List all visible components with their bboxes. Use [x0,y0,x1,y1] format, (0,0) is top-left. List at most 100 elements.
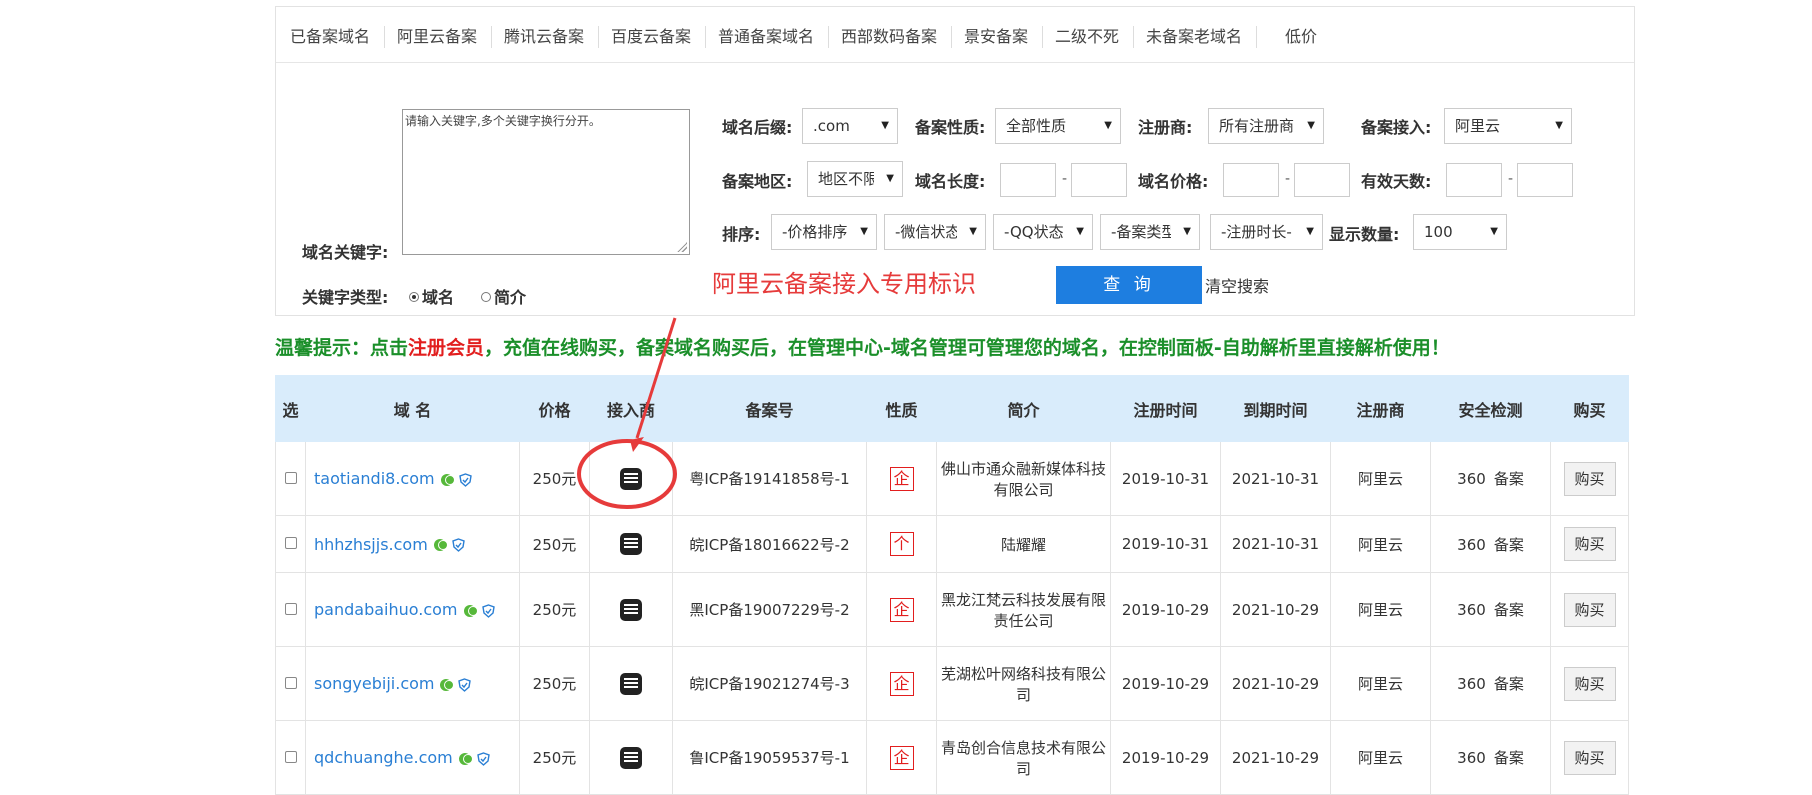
aliyun-logo-icon [620,746,642,769]
tab-jingan-beian[interactable]: 景安备案 [950,26,1044,48]
check-360-link[interactable]: 360 [1457,675,1486,693]
check-360-link[interactable]: 360 [1457,749,1486,767]
clear-search-link[interactable]: 清空搜索 [1205,273,1269,297]
suffix-label: 域名后缀: [722,118,793,137]
registrar-cell: 阿里云 [1330,572,1431,647]
table-row: hhhzhsjjs.com 250元 皖ICP备18016622号-2 个陆耀耀 201… [275,515,1629,573]
type-badge: 个 [889,532,914,556]
radio-intro[interactable]: 简介 [481,284,526,308]
price-min-input[interactable] [1223,163,1279,197]
price-cell: 250元 [519,646,590,721]
buy-button[interactable]: 购买 [1563,461,1616,496]
row-checkbox[interactable] [284,537,297,549]
region-select[interactable]: 地区不限 ▼ [807,161,903,197]
tab-low-price[interactable]: 低价 [1271,26,1331,48]
col-registrar: 注册商 [1330,375,1431,442]
resize-grip-icon[interactable] [677,242,687,252]
row-checkbox-cell [275,646,306,721]
check-beian-link[interactable]: 备案 [1494,675,1524,693]
tab-aliyun-beian[interactable]: 阿里云备案 [383,26,493,48]
keyword-textarea[interactable]: 请输入关键字,多个关键字换行分开。 [402,109,690,255]
query-button[interactable]: 查 询 [1056,266,1202,304]
aliyun-logo-icon [620,467,642,490]
col-type: 性质 [866,375,937,442]
registrar-cell: 阿里云 [1330,441,1431,516]
domain-link[interactable]: qdchuanghe.com [314,748,453,767]
price-dash: - [1285,171,1291,187]
tab-beian-domain[interactable]: 已备案域名 [276,26,386,48]
length-max-input[interactable] [1071,163,1127,197]
days-max-input[interactable] [1517,163,1573,197]
check-beian-link[interactable]: 备案 [1494,536,1524,554]
domain-link[interactable]: pandabaihuo.com [314,600,458,619]
domain-link[interactable]: songyebiji.com [314,674,434,693]
dropdown-arrow-icon: ▼ [881,120,889,131]
type-cell: 企 [866,572,937,647]
domain-link[interactable]: taotiandi8.com [314,469,435,488]
length-min-input[interactable] [1000,163,1056,197]
tab-normal-beian[interactable]: 普通备案域名 [704,26,830,48]
domain-link[interactable]: hhhzhsjjs.com [314,535,428,554]
reg-date-cell: 2019-10-29 [1110,720,1221,795]
price-label: 域名价格: [1138,172,1209,191]
access-select[interactable]: 阿里云 ▼ [1444,108,1572,144]
dropdown-arrow-icon: ▼ [969,226,977,237]
price-max-input[interactable] [1294,163,1350,197]
qq-shield-icon [451,538,465,552]
length-label: 域名长度: [915,172,986,191]
sort-regtime-select[interactable]: -注册时长- ▼ [1210,214,1323,250]
tab-old-domain[interactable]: 未备案老域名 [1132,26,1258,48]
check-beian-link[interactable]: 备案 [1494,749,1524,767]
col-reg-date: 注册时间 [1110,375,1221,442]
table-header-row: 选 域 名 价格 接入商 备案号 性质 简介 注册时间 到期时间 注册商 安全检… [275,375,1629,442]
count-select[interactable]: 100 ▼ [1413,214,1507,250]
qq-shield-icon [458,677,472,692]
qq-shield-icon [476,751,490,766]
row-checkbox[interactable] [284,676,297,689]
type-cell: 企 [866,646,937,721]
buy-button[interactable]: 购买 [1563,666,1616,701]
days-min-input[interactable] [1446,163,1502,197]
nature-select[interactable]: 全部性质 ▼ [995,108,1121,144]
category-tabs: 已备案域名 阿里云备案 腾讯云备案 百度云备案 普通备案域名 西部数码备案 景安… [276,7,1634,63]
suffix-select[interactable]: .com ▼ [802,108,898,144]
buy-button[interactable]: 购买 [1563,740,1616,775]
icp-cell: 粤ICP备19141858号-1 [672,441,867,516]
check-360-link[interactable]: 360 [1457,601,1486,619]
domain-table: 选 域 名 价格 接入商 备案号 性质 简介 注册时间 到期时间 注册商 安全检… [275,375,1629,795]
row-checkbox[interactable] [284,602,297,615]
dropdown-arrow-icon: ▼ [860,226,868,237]
row-checkbox[interactable] [284,471,297,484]
check-360-link[interactable]: 360 [1457,470,1486,488]
domain-cell: songyebiji.com [305,646,520,721]
tab-subdomain[interactable]: 二级不死 [1041,26,1135,48]
safety-cell: 360 备案 [1430,720,1551,795]
exp-date-cell: 2021-10-29 [1220,720,1331,795]
check-beian-link[interactable]: 备案 [1494,601,1524,619]
check-360-link[interactable]: 360 [1457,536,1486,554]
aliyun-logo-icon [620,533,642,555]
price-cell: 250元 [519,441,590,516]
domain-cell: taotiandi8.com [305,441,520,516]
tab-tencent-beian[interactable]: 腾讯云备案 [490,26,600,48]
buy-button[interactable]: 购买 [1563,592,1616,627]
provider-cell [589,720,673,795]
check-beian-link[interactable]: 备案 [1494,470,1524,488]
tab-baidu-beian[interactable]: 百度云备案 [597,26,707,48]
dropdown-arrow-icon: ▼ [1307,120,1315,131]
buy-button[interactable]: 购买 [1563,527,1616,561]
register-link[interactable]: 注册会员 [408,337,484,359]
aliyun-logo-icon [620,672,642,695]
annotation-label: 阿里云备案接入专用标识 [712,270,976,298]
sort-wechat-select[interactable]: -微信状态-▼ [884,214,986,250]
radio-domain[interactable]: 域名 [409,284,454,308]
sort-type-select[interactable]: -备案类型-▼ [1100,214,1200,250]
sort-qq-select[interactable]: -QQ状态- ▼ [993,214,1093,250]
table-row: songyebiji.com 250元 皖ICP备19021274号-3 企芜湖松叶网… [275,646,1629,721]
sort-price-select[interactable]: -价格排序- ▼ [771,214,877,250]
row-checkbox[interactable] [284,750,297,763]
registrar-select[interactable]: 所有注册商 ▼ [1208,108,1324,144]
reg-date-cell: 2019-10-31 [1110,515,1221,573]
tab-west-beian[interactable]: 西部数码备案 [827,26,953,48]
nature-label: 备案性质: [915,118,986,137]
